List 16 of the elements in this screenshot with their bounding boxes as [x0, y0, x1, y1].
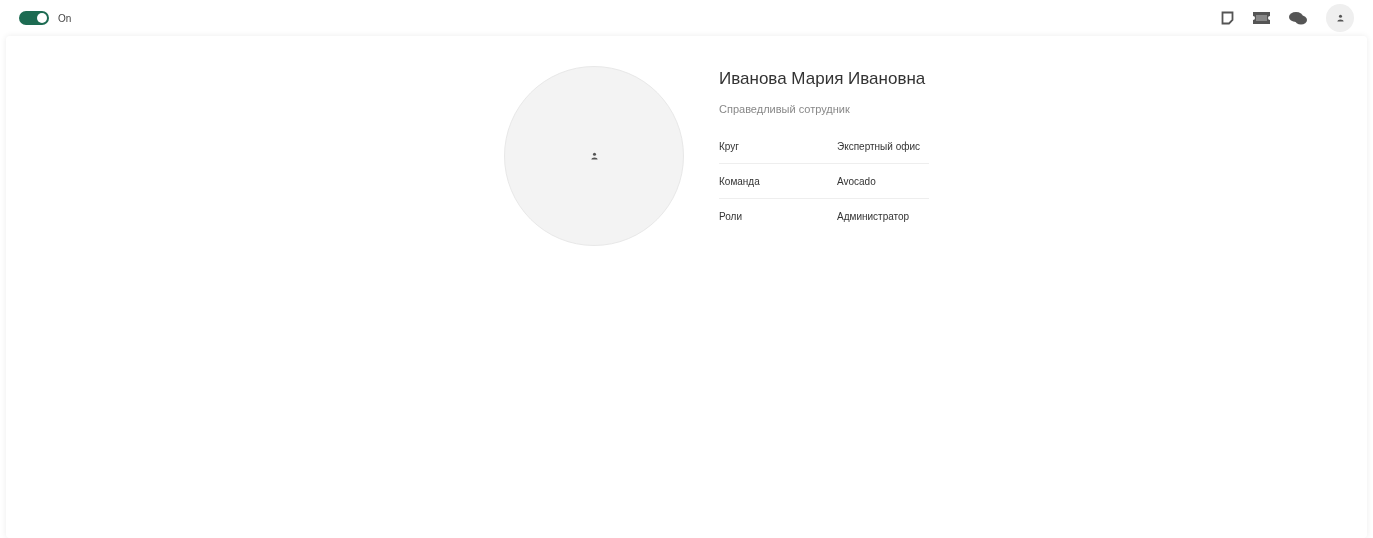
profile-name: Иванова Мария Ивановна — [719, 68, 927, 90]
user-icon — [1336, 14, 1344, 22]
field-value: Экспертный офис — [837, 139, 921, 154]
field-label: Команда — [719, 174, 761, 189]
field-label: Круг — [719, 139, 740, 154]
avatar-button[interactable] — [1326, 4, 1354, 32]
user-icon — [590, 152, 598, 160]
ticket-icon[interactable] — [1253, 12, 1270, 24]
toggle-label: On — [58, 11, 72, 26]
field-value: Avocado — [837, 174, 876, 189]
chat-icon[interactable] — [1289, 10, 1307, 26]
note-icon[interactable] — [1221, 11, 1234, 25]
toggle-switch[interactable] — [19, 11, 49, 25]
profile-subtitle: Справедливый сотрудник — [719, 101, 851, 117]
field-value: Администратор — [837, 210, 910, 224]
field-label: Роли — [719, 210, 743, 224]
